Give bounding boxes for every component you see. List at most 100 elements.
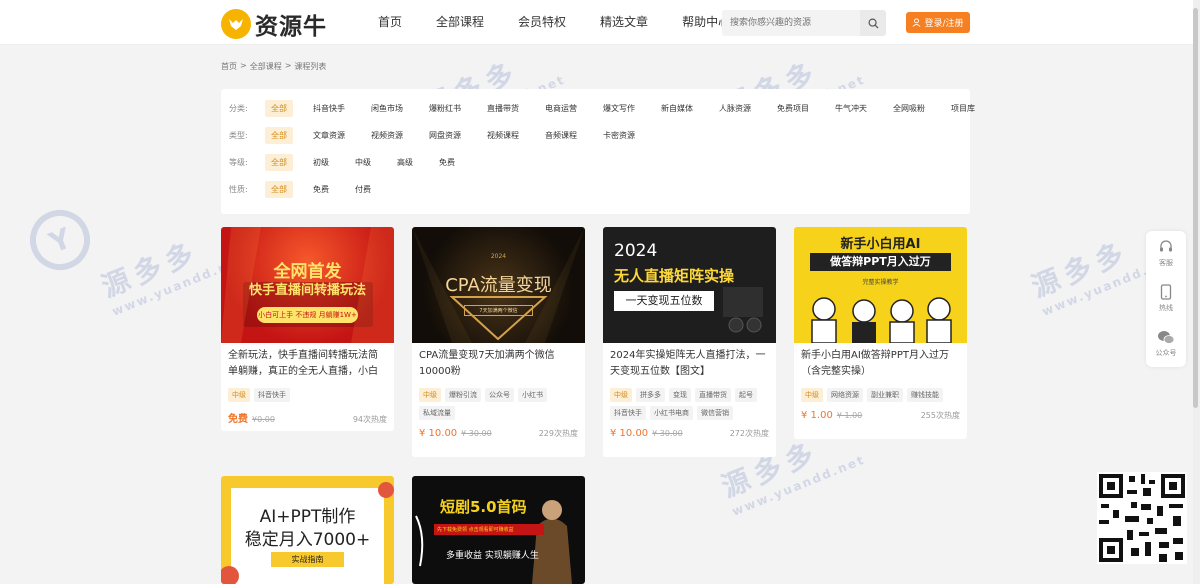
chip-option[interactable]: 爆文写作 xyxy=(597,100,641,117)
chip-option[interactable]: 文章资源 xyxy=(307,127,351,144)
logo-bull-icon xyxy=(221,9,251,39)
chip-option[interactable]: 抖音快手 xyxy=(307,100,351,117)
thumb-caption: 7天加满两个微信 xyxy=(464,305,533,316)
course-thumbnail[interactable]: 短剧5.0首码 先下载免费领 点击观看即可赚收益 多重收益 实现躺赚人生 xyxy=(412,476,585,584)
tag[interactable]: 直播带货 xyxy=(695,388,731,402)
chip-option[interactable]: 新自媒体 xyxy=(655,100,699,117)
chip-option[interactable]: 视频资源 xyxy=(365,127,409,144)
floating-side-bar: 客服 热线 公众号 xyxy=(1146,231,1186,367)
filter-label: 类型: xyxy=(229,130,248,140)
tag[interactable]: 起号 xyxy=(735,388,757,402)
original-price: ¥ 30.00 xyxy=(461,429,492,438)
nav-item-articles[interactable]: 精选文章 xyxy=(600,0,648,45)
logo-text: 资源牛 xyxy=(255,14,327,40)
tag-list: 中级 拼多多 变现 直播带货 起号 抖音快手 小红书电商 微信营销 xyxy=(603,381,776,424)
course-thumbnail[interactable]: 2024 CPA流量变现 7天加满两个微信 xyxy=(412,227,585,343)
chip-option[interactable]: 中级 xyxy=(349,154,377,171)
tag[interactable]: 网络资源 xyxy=(827,388,863,402)
chip-option[interactable]: 爆粉红书 xyxy=(423,100,467,117)
nav-item-membership[interactable]: 会员特权 xyxy=(518,0,566,45)
chip-option[interactable]: 付费 xyxy=(349,181,377,198)
breadcrumb-home[interactable]: 首页 xyxy=(221,61,237,72)
search-input[interactable] xyxy=(722,10,860,36)
course-card[interactable]: 2024 CPA流量变现 7天加满两个微信 CPA流量变现7天加满两个微信100… xyxy=(412,227,585,457)
price: ¥ 10.00 xyxy=(610,428,649,439)
course-thumbnail[interactable]: 2024 无人直播矩阵实操 一天变现五位数 xyxy=(603,227,776,343)
tag[interactable]: 私域流量 xyxy=(419,406,455,420)
thumb-headline: 新手小白用AI xyxy=(840,237,921,252)
top-header: 资源牛 首页 全部课程 会员特权 精选文章 帮助中心 登录/注册 xyxy=(0,0,1200,45)
tag[interactable]: 抖音快手 xyxy=(610,406,646,420)
search-icon xyxy=(868,18,879,29)
chip-option[interactable]: 免费 xyxy=(307,181,335,198)
chip-option[interactable]: 视频课程 xyxy=(481,127,525,144)
filter-label: 等级: xyxy=(229,157,248,167)
tag[interactable]: 赚钱技能 xyxy=(907,388,943,402)
tag[interactable]: 变现 xyxy=(669,388,691,402)
qr-code xyxy=(1097,472,1187,564)
tag[interactable]: 公众号 xyxy=(485,388,514,402)
course-title[interactable]: 2024年实操矩阵无人直播打法，一天变现五位数【图文】 xyxy=(603,343,776,381)
chip-option[interactable]: 项目库 xyxy=(945,100,981,117)
chip-option[interactable]: 全部 xyxy=(265,99,293,117)
course-card[interactable]: 2024 无人直播矩阵实操 一天变现五位数 2024年实操矩阵无人直播打法，一天… xyxy=(603,227,776,457)
breadcrumb: 首页 > 全部课程 > 课程列表 xyxy=(221,61,329,72)
course-title[interactable]: 全新玩法，快手直播间转播玩法简单躺赚，真正的全无人直播，小白 xyxy=(221,343,394,381)
tag-list: 中级 爆粉引流 公众号 小红书 私域流量 xyxy=(412,381,585,424)
chip-option[interactable]: 音频课程 xyxy=(539,127,583,144)
tag[interactable]: 小红书电商 xyxy=(650,406,693,420)
thumb-subline: 稳定月入7000+ xyxy=(244,530,371,550)
chip-option[interactable]: 免费项目 xyxy=(771,100,815,117)
course-title[interactable]: CPA流量变现7天加满两个微信10000粉 xyxy=(412,343,585,381)
search-button[interactable] xyxy=(860,10,886,36)
course-thumbnail[interactable]: 全网首发 快手直播间转播玩法 小白可上手 不违规 月躺赚1W+ xyxy=(221,227,394,343)
scrollbar-thumb[interactable] xyxy=(1193,8,1198,408)
chip-option[interactable]: 卡密资源 xyxy=(597,127,641,144)
course-card[interactable]: 新手小白用AI 做答辩PPT月入过万 完整实操教学 新手小白用AI做答辩PPT月… xyxy=(794,227,967,439)
chip-option[interactable]: 全部 xyxy=(265,153,293,171)
price: 免费 xyxy=(228,414,248,425)
thumb-year: 2024 xyxy=(614,241,658,261)
course-thumbnail[interactable]: AI+PPT制作 稳定月入7000+ 实战指南 xyxy=(221,476,394,584)
course-card[interactable]: 短剧5.0首码 先下载免费领 点击观看即可赚收益 多重收益 实现躺赚人生 xyxy=(412,476,585,584)
chip-option[interactable]: 高级 xyxy=(391,154,419,171)
filter-row-nature: 性质: 全部 免费 付费 xyxy=(229,180,391,198)
tag[interactable]: 拼多多 xyxy=(636,388,665,402)
breadcrumb-separator: > xyxy=(240,61,247,70)
nav-item-home[interactable]: 首页 xyxy=(378,0,402,45)
chip-option[interactable]: 闲鱼市场 xyxy=(365,100,409,117)
thumb-caption: 完整实操教学 xyxy=(862,279,899,286)
course-title[interactable]: 新手小白用AI做答辩PPT月入过万（含完整实操） xyxy=(794,343,967,381)
nav-item-all-courses[interactable]: 全部课程 xyxy=(436,0,484,45)
chip-option[interactable]: 牛气冲天 xyxy=(829,100,873,117)
breadcrumb-all-courses[interactable]: 全部课程 xyxy=(250,61,282,72)
customer-service-button[interactable]: 客服 xyxy=(1146,231,1186,276)
page-scrollbar[interactable] xyxy=(1193,0,1200,584)
chip-option[interactable]: 直播带货 xyxy=(481,100,525,117)
tag[interactable]: 微信营销 xyxy=(697,406,733,420)
chip-option[interactable]: 全部 xyxy=(265,180,293,198)
tag[interactable]: 小红书 xyxy=(518,388,547,402)
course-card[interactable]: AI+PPT制作 稳定月入7000+ 实战指南 xyxy=(221,476,394,584)
level-tag: 中级 xyxy=(228,388,250,402)
login-label: 登录/注册 xyxy=(924,19,964,29)
wechat-official-button[interactable]: 公众号 xyxy=(1146,321,1186,366)
chip-option[interactable]: 初级 xyxy=(307,154,335,171)
site-logo[interactable]: 资源牛 xyxy=(221,7,327,41)
tag[interactable]: 抖音快手 xyxy=(254,388,290,402)
hotline-button[interactable]: 热线 xyxy=(1146,276,1186,321)
user-icon xyxy=(913,18,921,27)
course-thumbnail[interactable]: 新手小白用AI 做答辩PPT月入过万 完整实操教学 xyxy=(794,227,967,343)
chip-option[interactable]: 人脉资源 xyxy=(713,100,757,117)
chip-option[interactable]: 全网吸粉 xyxy=(887,100,931,117)
chip-option[interactable]: 全部 xyxy=(265,126,293,144)
login-register-button[interactable]: 登录/注册 xyxy=(906,12,970,33)
chip-option[interactable]: 电商运营 xyxy=(539,100,583,117)
chip-option[interactable]: 网盘资源 xyxy=(423,127,467,144)
tag[interactable]: 爆粉引流 xyxy=(445,388,481,402)
price-row: 免费 ¥0.00 94次热度 xyxy=(221,406,394,431)
thumb-caption: 一天变现五位数 xyxy=(614,291,714,311)
chip-option[interactable]: 免费 xyxy=(433,154,461,171)
tag[interactable]: 副业兼职 xyxy=(867,388,903,402)
course-card[interactable]: 全网首发 快手直播间转播玩法 小白可上手 不违规 月躺赚1W+ 全新玩法，快手直… xyxy=(221,227,394,431)
